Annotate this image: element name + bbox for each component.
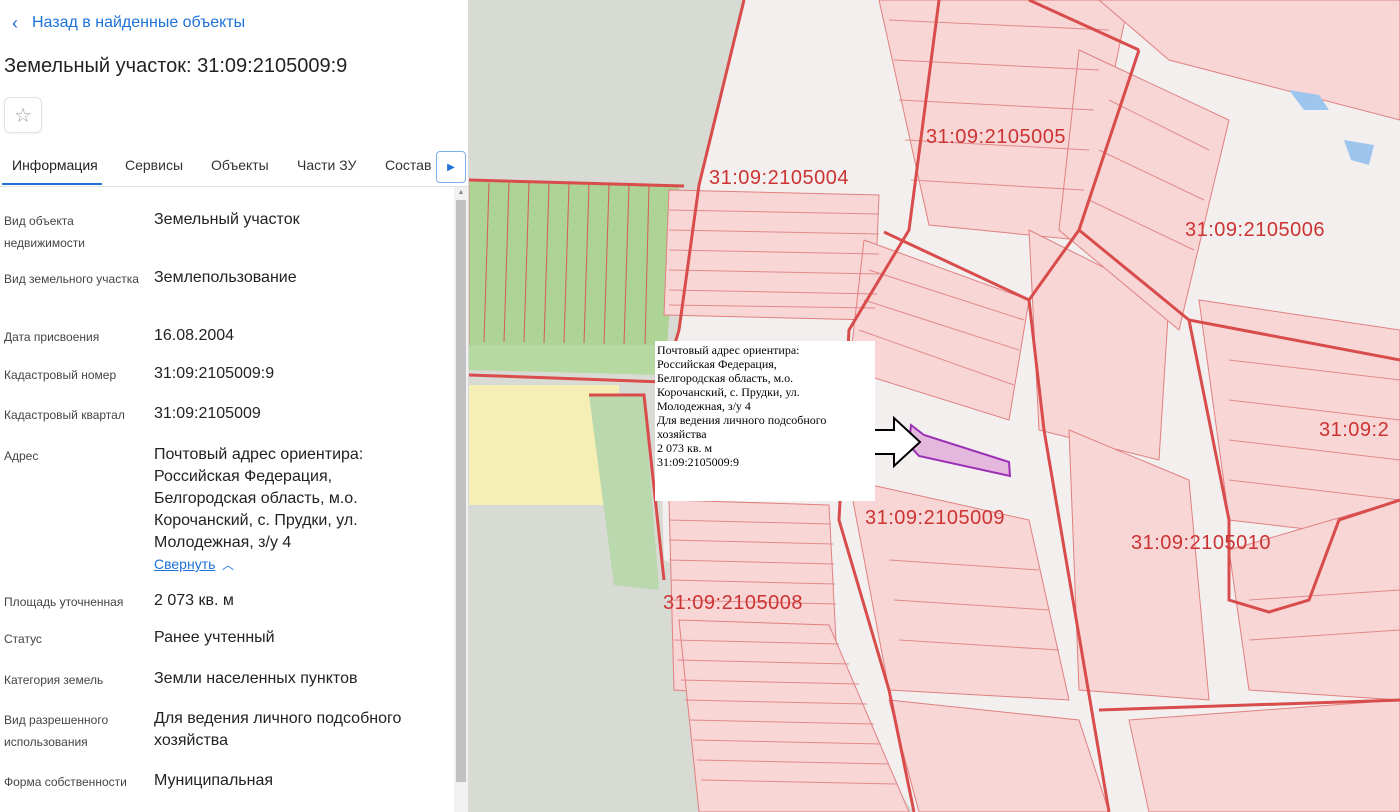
- collapse-address-link[interactable]: Свернуть: [154, 556, 215, 572]
- popup-line: Почтовый адрес ориентира:: [657, 343, 800, 357]
- map-canvas[interactable]: [469, 0, 1400, 812]
- info-panel: ‹ Назад в найденные объекты Земельный уч…: [0, 0, 469, 812]
- tab-composition[interactable]: Состав: [385, 157, 431, 173]
- tab-objects[interactable]: Объекты: [211, 157, 269, 173]
- value-category: Земли населенных пунктов: [154, 670, 358, 687]
- tab-services[interactable]: Сервисы: [125, 157, 183, 173]
- active-tab-indicator: [2, 183, 102, 185]
- label-cadastral-quarter: Кадастровый квартал: [4, 408, 125, 422]
- label-ownership: Форма собственности: [4, 775, 127, 789]
- favorite-button[interactable]: ☆: [4, 97, 42, 133]
- popup-line: хозяйства: [657, 427, 707, 441]
- value-area: 2 073 кв. м: [154, 592, 234, 609]
- label-area: Площадь уточненная: [4, 595, 124, 609]
- quarter-label-9: 31:09:2105009: [865, 507, 1005, 529]
- popup-line: Российская Федерация,: [657, 357, 777, 371]
- quarter-label-10: 31:09:2105010: [1131, 532, 1271, 554]
- label-object-type: Вид объекта недвижимости: [4, 214, 85, 250]
- popup-line: Молодежная, з/у 4: [657, 399, 751, 413]
- label-parcel-type: Вид земельного участка: [4, 272, 139, 286]
- value-object-type: Земельный участок: [154, 211, 300, 228]
- quarter-label-5: 31:09:2105005: [926, 126, 1066, 148]
- quarter-label-partial: 31:09:2: [1319, 419, 1390, 441]
- label-status: Статус: [4, 632, 42, 646]
- value-address: Почтовый адрес ориентира: Российская Фед…: [154, 446, 364, 551]
- green-field-strip: [469, 345, 667, 375]
- value-cadastral-quarter: 31:09:2105009: [154, 405, 261, 422]
- popup-line: 2 073 кв. м: [657, 441, 713, 455]
- popup-line: Для ведения личного подсобного: [657, 413, 827, 427]
- popup-line: 31:09:2105009:9: [657, 455, 740, 469]
- label-address: Адрес: [4, 449, 39, 463]
- tab-bar: Информация Сервисы Объекты Части ЗУ Сост…: [0, 148, 468, 187]
- label-assign-date: Дата присвоения: [4, 330, 100, 344]
- value-assign-date: 16.08.2004: [154, 327, 235, 344]
- chevron-left-icon: ‹: [12, 13, 18, 33]
- star-icon: ☆: [14, 104, 32, 127]
- tab-parts[interactable]: Части ЗУ: [297, 157, 356, 173]
- parcel-popup: Почтовый адрес ориентира: Российская Фед…: [655, 341, 875, 501]
- label-category: Категория земель: [4, 673, 104, 687]
- triangle-right-icon: ▶: [447, 161, 455, 173]
- popup-line: Белгородская область, м.о.: [657, 371, 794, 385]
- cadastral-map[interactable]: 31:09:2105004 31:09:2105005 31:09:210500…: [469, 0, 1400, 812]
- label-permitted-use: Вид разрешенного использования: [4, 713, 109, 749]
- scroll-up-icon[interactable]: ▲: [456, 189, 466, 197]
- value-permitted-use: Для ведения личного подсобного хозяйства: [154, 710, 402, 749]
- value-parcel-type: Землепользование: [154, 269, 297, 286]
- back-link-label: Назад в найденные объекты: [32, 14, 246, 31]
- tab-info[interactable]: Информация: [12, 157, 98, 173]
- value-ownership: Муниципальная: [154, 772, 274, 789]
- chevron-up-icon[interactable]: ︿: [222, 556, 234, 573]
- popup-line: Корочанский, с. Прудки, ул.: [657, 385, 800, 399]
- tabs-scroll-right-button[interactable]: ▶: [436, 151, 466, 183]
- label-cadastral-number: Кадастровый номер: [4, 368, 117, 382]
- value-cadastral-number: 31:09:2105009:9: [154, 365, 275, 382]
- scrollbar-thumb[interactable]: [456, 200, 466, 782]
- value-status: Ранее учтенный: [154, 629, 275, 646]
- page-title: Земельный участок: 31:09:2105009:9: [4, 55, 348, 77]
- quarter-label-8: 31:09:2105008: [663, 592, 803, 614]
- back-link[interactable]: ‹ Назад в найденные объекты: [12, 14, 245, 32]
- quarter-label-6: 31:09:2105006: [1185, 219, 1325, 241]
- quarter-label-4: 31:09:2105004: [709, 167, 849, 189]
